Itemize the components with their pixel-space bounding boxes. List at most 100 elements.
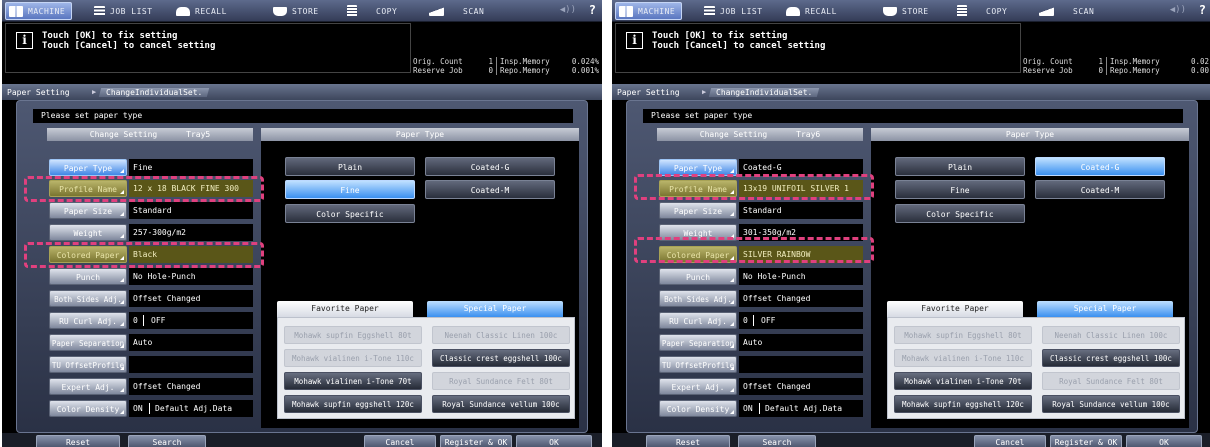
special-paper-item[interactable]: Royal Sundance Felt 80t xyxy=(432,372,570,390)
special-paper-item[interactable]: Royal Sundance vellum 100c xyxy=(1042,395,1180,413)
plain-button[interactable]: Plain xyxy=(285,157,415,176)
profile-name-button[interactable]: Profile Name xyxy=(49,180,127,197)
tab-machine[interactable]: MACHINE xyxy=(5,2,73,20)
color-specific-button[interactable]: Color Specific xyxy=(285,204,415,223)
profile-name-value: 13x19 UNIFOIL SILVER 1 xyxy=(739,180,863,197)
counter-panel: Orig. Count 1 Insp.Memory 0.02 Reserve Job 0… xyxy=(1023,57,1210,75)
paper-separation-value: Auto xyxy=(129,334,253,351)
coated-m-button[interactable]: Coated-M xyxy=(425,180,555,199)
coated-g-button[interactable]: Coated-G xyxy=(1035,157,1165,176)
scan-icon xyxy=(429,6,444,16)
settings-panel: Please set paper type Change Setting Tra… xyxy=(16,100,588,433)
ru-curl-adj-button[interactable]: RU Curl Adj. xyxy=(659,312,737,329)
breadcrumb: Paper Setting ▶ ChangeIndividualSet. xyxy=(612,84,1210,100)
special-paper-tab[interactable]: Special Paper xyxy=(427,301,563,317)
both-sides-adj-button[interactable]: Both Sides Adj. xyxy=(49,290,127,307)
favorite-paper-tab[interactable]: Favorite Paper xyxy=(887,301,1023,317)
expert-adj-value: Offset Changed xyxy=(739,378,863,395)
volume-icon[interactable]: ◀)) xyxy=(560,5,576,15)
special-paper-item[interactable]: Mohawk supfin eggshell 120c xyxy=(894,395,1032,413)
paper-separation-button[interactable]: Paper Separation xyxy=(49,334,127,351)
special-paper-item[interactable]: Classic crest eggshell 100c xyxy=(432,349,570,367)
punch-button[interactable]: Punch xyxy=(49,268,127,285)
punch-button[interactable]: Punch xyxy=(659,268,737,285)
tab-copy[interactable]: COPY xyxy=(347,2,397,20)
tab-store[interactable]: STORE xyxy=(273,2,319,20)
orig-count-value: 1 xyxy=(471,57,497,66)
special-paper-item[interactable]: Mohawk vialinen i-Tone 70t xyxy=(894,372,1032,390)
expert-adj-button[interactable]: Expert Adj. xyxy=(49,378,127,395)
tu-offset-profile-button[interactable]: TU OffsetProfile xyxy=(49,356,127,373)
tab-scan[interactable]: SCAN xyxy=(429,2,484,20)
tab-copy[interactable]: COPY xyxy=(957,2,1007,20)
special-paper-tab[interactable]: Special Paper xyxy=(1037,301,1173,317)
coated-g-button[interactable]: Coated-G xyxy=(425,157,555,176)
reset-button[interactable]: Reset xyxy=(646,435,730,447)
paper-type-header: Paper Type xyxy=(261,128,579,141)
search-button[interactable]: Search xyxy=(128,435,206,447)
special-paper-item[interactable]: Mohawk supfin Eggshell 80t xyxy=(894,326,1032,344)
tab-recall[interactable]: RECALL xyxy=(786,2,837,20)
color-density-button[interactable]: Color Density xyxy=(49,400,127,417)
special-paper-item[interactable]: Mohawk vialinen i-Tone 110c xyxy=(284,349,422,367)
special-paper-item[interactable]: Classic crest eggshell 100c xyxy=(1042,349,1180,367)
reset-button[interactable]: Reset xyxy=(36,435,120,447)
recall-icon xyxy=(176,6,190,16)
profile-name-value: 12 x 18 BLACK FINE 300 xyxy=(129,180,253,197)
fine-button[interactable]: Fine xyxy=(285,180,415,199)
tab-job-list[interactable]: JOB LIST xyxy=(704,2,763,20)
special-paper-item[interactable]: Mohawk supfin Eggshell 80t xyxy=(284,326,422,344)
expert-adj-button[interactable]: Expert Adj. xyxy=(659,378,737,395)
tab-store[interactable]: STORE xyxy=(883,2,929,20)
special-paper-item[interactable]: Royal Sundance vellum 100c xyxy=(432,395,570,413)
favorite-paper-tab[interactable]: Favorite Paper xyxy=(277,301,413,317)
bottom-bar: Reset Search Cancel Register & OK OK xyxy=(612,433,1210,447)
colored-paper-button[interactable]: Colored Paper xyxy=(49,246,127,263)
ru-curl-adj-button[interactable]: RU Curl Adj. xyxy=(49,312,127,329)
special-paper-item[interactable]: Mohawk vialinen i-Tone 110c xyxy=(894,349,1032,367)
paper-type-value: Coated-G xyxy=(739,159,863,176)
help-button[interactable]: ? xyxy=(1199,3,1206,17)
job-list-icon xyxy=(704,6,715,16)
register-ok-button[interactable]: Register & OK xyxy=(440,435,512,447)
color-density-button[interactable]: Color Density xyxy=(659,400,737,417)
weight-button[interactable]: Weight xyxy=(659,224,737,241)
register-ok-button[interactable]: Register & OK xyxy=(1050,435,1122,447)
tu-offset-profile-button[interactable]: TU OffsetProfile xyxy=(659,356,737,373)
tab-scan[interactable]: SCAN xyxy=(1039,2,1094,20)
coated-m-button[interactable]: Coated-M xyxy=(1035,180,1165,199)
plain-button[interactable]: Plain xyxy=(895,157,1025,176)
special-paper-item[interactable]: Mohawk vialinen i-Tone 70t xyxy=(284,372,422,390)
copy-icon xyxy=(957,5,967,17)
color-specific-button[interactable]: Color Specific xyxy=(895,204,1025,223)
paper-type-header: Paper Type xyxy=(871,128,1189,141)
paper-separation-button[interactable]: Paper Separation xyxy=(659,334,737,351)
profile-name-button[interactable]: Profile Name xyxy=(659,180,737,197)
ok-button[interactable]: OK xyxy=(1126,435,1202,447)
search-button[interactable]: Search xyxy=(738,435,816,447)
paper-size-button[interactable]: Paper Size xyxy=(49,202,127,219)
cancel-button[interactable]: Cancel xyxy=(974,435,1046,447)
tab-recall[interactable]: RECALL xyxy=(176,2,227,20)
volume-icon[interactable]: ◀)) xyxy=(1170,5,1186,15)
cancel-button[interactable]: Cancel xyxy=(364,435,436,447)
breadcrumb-paper-setting[interactable]: Paper Setting xyxy=(2,88,92,97)
colored-paper-button[interactable]: Colored Paper xyxy=(659,246,737,263)
both-sides-adj-button[interactable]: Both Sides Adj. xyxy=(659,290,737,307)
punch-value: No Hole-Punch xyxy=(739,268,863,285)
special-paper-item[interactable]: Royal Sundance Felt 80t xyxy=(1042,372,1180,390)
paper-type-button[interactable]: Paper Type xyxy=(659,159,737,176)
ok-button[interactable]: OK xyxy=(516,435,592,447)
breadcrumb-paper-setting[interactable]: Paper Setting xyxy=(612,88,702,97)
special-paper-item[interactable]: Neenah Classic Linen 100c xyxy=(1042,326,1180,344)
special-paper-item[interactable]: Neenah Classic Linen 100c xyxy=(432,326,570,344)
tab-machine[interactable]: MACHINE xyxy=(615,2,683,20)
tab-job-list[interactable]: JOB LIST xyxy=(94,2,153,20)
help-button[interactable]: ? xyxy=(589,3,596,17)
special-paper-item[interactable]: Mohawk supfin eggshell 120c xyxy=(284,395,422,413)
paper-size-button[interactable]: Paper Size xyxy=(659,202,737,219)
paper-type-button[interactable]: Paper Type xyxy=(49,159,127,176)
fine-button[interactable]: Fine xyxy=(895,180,1025,199)
weight-button[interactable]: Weight xyxy=(49,224,127,241)
prompt-text: Please set paper type xyxy=(643,109,1183,123)
